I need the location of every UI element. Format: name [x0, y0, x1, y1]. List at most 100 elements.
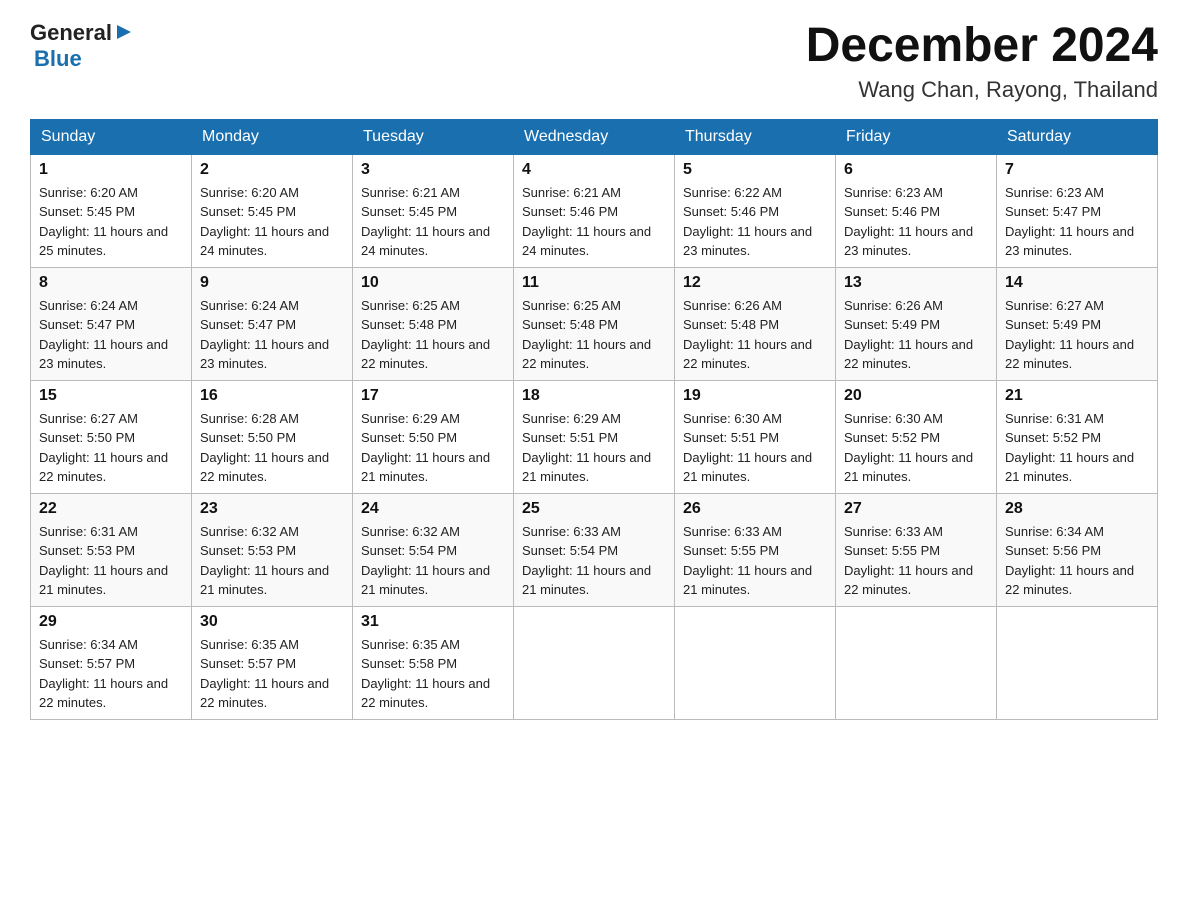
table-row: 4 Sunrise: 6:21 AM Sunset: 5:46 PM Dayli…	[514, 154, 675, 267]
table-row	[675, 606, 836, 719]
calendar-table: Sunday Monday Tuesday Wednesday Thursday…	[30, 119, 1158, 720]
day-number: 25	[522, 500, 666, 518]
day-number: 11	[522, 274, 666, 292]
day-number: 23	[200, 500, 344, 518]
day-info: Sunrise: 6:26 AM Sunset: 5:49 PM Dayligh…	[844, 296, 988, 374]
day-number: 18	[522, 387, 666, 405]
day-info: Sunrise: 6:31 AM Sunset: 5:52 PM Dayligh…	[1005, 409, 1149, 487]
day-number: 4	[522, 161, 666, 179]
day-info: Sunrise: 6:27 AM Sunset: 5:50 PM Dayligh…	[39, 409, 183, 487]
day-info: Sunrise: 6:21 AM Sunset: 5:45 PM Dayligh…	[361, 183, 505, 261]
day-info: Sunrise: 6:22 AM Sunset: 5:46 PM Dayligh…	[683, 183, 827, 261]
logo-general-text: General	[30, 20, 112, 46]
day-number: 12	[683, 274, 827, 292]
day-number: 22	[39, 500, 183, 518]
table-row: 7 Sunrise: 6:23 AM Sunset: 5:47 PM Dayli…	[997, 154, 1158, 267]
day-info: Sunrise: 6:20 AM Sunset: 5:45 PM Dayligh…	[39, 183, 183, 261]
day-info: Sunrise: 6:35 AM Sunset: 5:57 PM Dayligh…	[200, 635, 344, 713]
col-sunday: Sunday	[31, 119, 192, 154]
day-number: 5	[683, 161, 827, 179]
table-row: 20 Sunrise: 6:30 AM Sunset: 5:52 PM Dayl…	[836, 380, 997, 493]
day-number: 28	[1005, 500, 1149, 518]
month-title: December 2024	[806, 20, 1158, 73]
day-info: Sunrise: 6:30 AM Sunset: 5:51 PM Dayligh…	[683, 409, 827, 487]
table-row: 23 Sunrise: 6:32 AM Sunset: 5:53 PM Dayl…	[192, 493, 353, 606]
table-row: 28 Sunrise: 6:34 AM Sunset: 5:56 PM Dayl…	[997, 493, 1158, 606]
logo: General Blue	[30, 20, 133, 72]
day-info: Sunrise: 6:27 AM Sunset: 5:49 PM Dayligh…	[1005, 296, 1149, 374]
table-row: 9 Sunrise: 6:24 AM Sunset: 5:47 PM Dayli…	[192, 267, 353, 380]
table-row: 2 Sunrise: 6:20 AM Sunset: 5:45 PM Dayli…	[192, 154, 353, 267]
day-info: Sunrise: 6:23 AM Sunset: 5:47 PM Dayligh…	[1005, 183, 1149, 261]
day-info: Sunrise: 6:25 AM Sunset: 5:48 PM Dayligh…	[361, 296, 505, 374]
day-number: 1	[39, 161, 183, 179]
day-info: Sunrise: 6:26 AM Sunset: 5:48 PM Dayligh…	[683, 296, 827, 374]
logo-arrow-icon	[115, 23, 133, 41]
col-monday: Monday	[192, 119, 353, 154]
day-info: Sunrise: 6:32 AM Sunset: 5:53 PM Dayligh…	[200, 522, 344, 600]
table-row: 19 Sunrise: 6:30 AM Sunset: 5:51 PM Dayl…	[675, 380, 836, 493]
table-row: 26 Sunrise: 6:33 AM Sunset: 5:55 PM Dayl…	[675, 493, 836, 606]
col-friday: Friday	[836, 119, 997, 154]
table-row: 27 Sunrise: 6:33 AM Sunset: 5:55 PM Dayl…	[836, 493, 997, 606]
day-info: Sunrise: 6:29 AM Sunset: 5:51 PM Dayligh…	[522, 409, 666, 487]
day-info: Sunrise: 6:35 AM Sunset: 5:58 PM Dayligh…	[361, 635, 505, 713]
calendar-week-2: 8 Sunrise: 6:24 AM Sunset: 5:47 PM Dayli…	[31, 267, 1158, 380]
table-row: 13 Sunrise: 6:26 AM Sunset: 5:49 PM Dayl…	[836, 267, 997, 380]
table-row: 1 Sunrise: 6:20 AM Sunset: 5:45 PM Dayli…	[31, 154, 192, 267]
calendar-header-row: Sunday Monday Tuesday Wednesday Thursday…	[31, 119, 1158, 154]
table-row: 12 Sunrise: 6:26 AM Sunset: 5:48 PM Dayl…	[675, 267, 836, 380]
col-tuesday: Tuesday	[353, 119, 514, 154]
logo-blue-text: Blue	[34, 46, 82, 71]
page-header: General Blue December 2024 Wang Chan, Ra…	[30, 20, 1158, 103]
table-row: 11 Sunrise: 6:25 AM Sunset: 5:48 PM Dayl…	[514, 267, 675, 380]
table-row: 6 Sunrise: 6:23 AM Sunset: 5:46 PM Dayli…	[836, 154, 997, 267]
table-row: 10 Sunrise: 6:25 AM Sunset: 5:48 PM Dayl…	[353, 267, 514, 380]
col-wednesday: Wednesday	[514, 119, 675, 154]
table-row: 24 Sunrise: 6:32 AM Sunset: 5:54 PM Dayl…	[353, 493, 514, 606]
day-number: 19	[683, 387, 827, 405]
day-number: 31	[361, 613, 505, 631]
day-number: 15	[39, 387, 183, 405]
day-info: Sunrise: 6:25 AM Sunset: 5:48 PM Dayligh…	[522, 296, 666, 374]
table-row: 14 Sunrise: 6:27 AM Sunset: 5:49 PM Dayl…	[997, 267, 1158, 380]
calendar-week-4: 22 Sunrise: 6:31 AM Sunset: 5:53 PM Dayl…	[31, 493, 1158, 606]
day-info: Sunrise: 6:24 AM Sunset: 5:47 PM Dayligh…	[39, 296, 183, 374]
day-number: 6	[844, 161, 988, 179]
day-number: 7	[1005, 161, 1149, 179]
calendar-body: 1 Sunrise: 6:20 AM Sunset: 5:45 PM Dayli…	[31, 154, 1158, 719]
day-info: Sunrise: 6:24 AM Sunset: 5:47 PM Dayligh…	[200, 296, 344, 374]
day-info: Sunrise: 6:34 AM Sunset: 5:57 PM Dayligh…	[39, 635, 183, 713]
table-row: 25 Sunrise: 6:33 AM Sunset: 5:54 PM Dayl…	[514, 493, 675, 606]
day-number: 17	[361, 387, 505, 405]
table-row: 16 Sunrise: 6:28 AM Sunset: 5:50 PM Dayl…	[192, 380, 353, 493]
day-number: 24	[361, 500, 505, 518]
table-row: 18 Sunrise: 6:29 AM Sunset: 5:51 PM Dayl…	[514, 380, 675, 493]
table-row: 3 Sunrise: 6:21 AM Sunset: 5:45 PM Dayli…	[353, 154, 514, 267]
table-row	[514, 606, 675, 719]
location-subtitle: Wang Chan, Rayong, Thailand	[806, 77, 1158, 103]
calendar-title-area: December 2024 Wang Chan, Rayong, Thailan…	[806, 20, 1158, 103]
day-info: Sunrise: 6:30 AM Sunset: 5:52 PM Dayligh…	[844, 409, 988, 487]
table-row: 8 Sunrise: 6:24 AM Sunset: 5:47 PM Dayli…	[31, 267, 192, 380]
day-info: Sunrise: 6:33 AM Sunset: 5:55 PM Dayligh…	[844, 522, 988, 600]
day-number: 2	[200, 161, 344, 179]
table-row: 21 Sunrise: 6:31 AM Sunset: 5:52 PM Dayl…	[997, 380, 1158, 493]
table-row: 15 Sunrise: 6:27 AM Sunset: 5:50 PM Dayl…	[31, 380, 192, 493]
table-row: 31 Sunrise: 6:35 AM Sunset: 5:58 PM Dayl…	[353, 606, 514, 719]
day-number: 13	[844, 274, 988, 292]
col-thursday: Thursday	[675, 119, 836, 154]
day-number: 26	[683, 500, 827, 518]
table-row: 5 Sunrise: 6:22 AM Sunset: 5:46 PM Dayli…	[675, 154, 836, 267]
day-number: 27	[844, 500, 988, 518]
day-info: Sunrise: 6:34 AM Sunset: 5:56 PM Dayligh…	[1005, 522, 1149, 600]
table-row: 22 Sunrise: 6:31 AM Sunset: 5:53 PM Dayl…	[31, 493, 192, 606]
day-info: Sunrise: 6:31 AM Sunset: 5:53 PM Dayligh…	[39, 522, 183, 600]
col-saturday: Saturday	[997, 119, 1158, 154]
table-row	[997, 606, 1158, 719]
day-info: Sunrise: 6:21 AM Sunset: 5:46 PM Dayligh…	[522, 183, 666, 261]
calendar-week-3: 15 Sunrise: 6:27 AM Sunset: 5:50 PM Dayl…	[31, 380, 1158, 493]
day-number: 20	[844, 387, 988, 405]
day-info: Sunrise: 6:32 AM Sunset: 5:54 PM Dayligh…	[361, 522, 505, 600]
calendar-week-5: 29 Sunrise: 6:34 AM Sunset: 5:57 PM Dayl…	[31, 606, 1158, 719]
